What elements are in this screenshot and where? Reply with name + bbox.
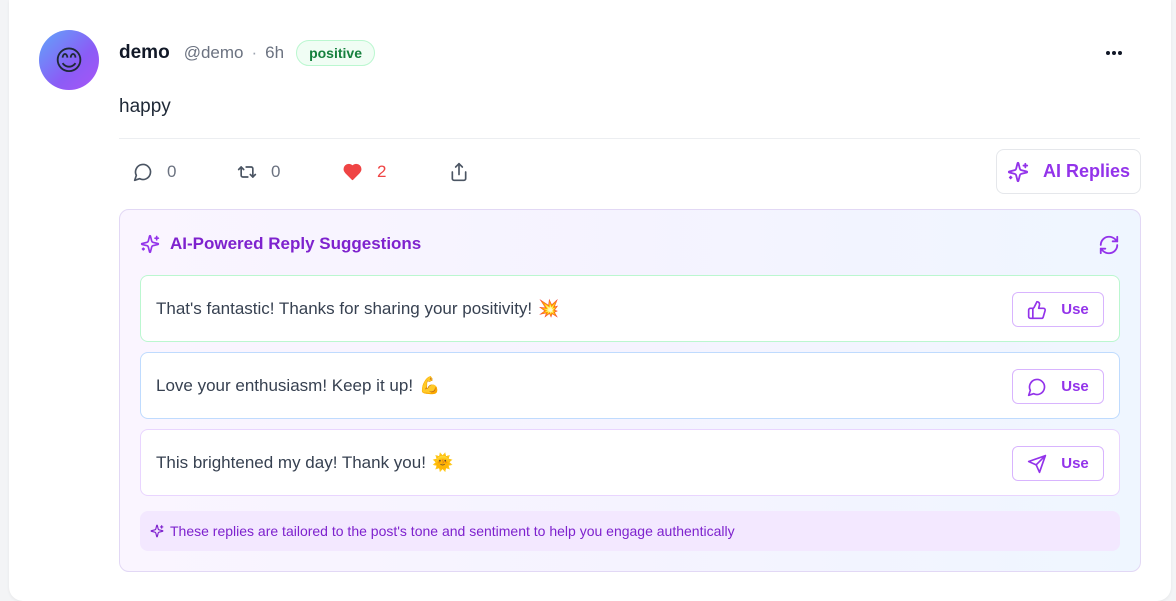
use-label: Use	[1061, 455, 1089, 472]
ai-suggestions-panel: AI-Powered Reply Suggestions That's fant…	[119, 209, 1141, 572]
ai-replies-button[interactable]: AI Replies	[996, 149, 1141, 194]
author-handle[interactable]: @demo	[184, 43, 244, 63]
more-options-button[interactable]	[1101, 40, 1127, 66]
avatar[interactable]: 😊	[39, 30, 99, 90]
sparkles-icon	[1007, 161, 1029, 182]
use-suggestion-button[interactable]: Use	[1012, 446, 1104, 481]
sparkles-icon	[150, 524, 164, 538]
use-label: Use	[1061, 301, 1089, 318]
post-actions: 0 0 2 AI Replies	[119, 149, 1141, 194]
ai-disclaimer: These replies are tailored to the post's…	[140, 511, 1120, 551]
avatar-emoji: 😊	[54, 43, 84, 77]
share-button[interactable]	[449, 152, 469, 192]
suggestion-card[interactable]: Love your enthusiasm! Keep it up! 💪 Use	[140, 352, 1120, 419]
like-count: 2	[377, 162, 387, 181]
refresh-icon	[1099, 235, 1119, 255]
post-card: 😊 demo @demo · 6h positive happy 0 0 2 A…	[9, 0, 1171, 601]
use-suggestion-button[interactable]: Use	[1012, 369, 1104, 404]
suggestion-emoji: 💪	[419, 375, 441, 396]
suggestion-emoji: 💥	[538, 298, 560, 319]
post-header: demo @demo · 6h positive	[119, 38, 375, 68]
reply-button[interactable]: 0	[133, 152, 176, 192]
repost-count: 0	[271, 162, 281, 181]
repost-icon	[237, 166, 257, 178]
sentiment-badge: positive	[296, 40, 375, 66]
suggestion-emoji: 🌞	[431, 452, 454, 473]
like-button[interactable]: 2	[342, 152, 386, 192]
send-icon	[1028, 454, 1047, 473]
share-icon	[451, 162, 467, 182]
reply-count: 0	[167, 162, 177, 181]
suggestion-text: Love your enthusiasm! Keep it up!	[156, 375, 414, 395]
ai-replies-label: AI Replies	[1042, 161, 1131, 181]
post-text: happy	[119, 96, 171, 117]
thumbs-up-icon	[1028, 300, 1047, 319]
heart-icon	[343, 163, 362, 181]
repost-button[interactable]: 0	[237, 152, 280, 192]
ellipsis-icon	[1106, 51, 1122, 55]
panel-header: AI-Powered Reply Suggestions	[140, 234, 421, 254]
author-name[interactable]: demo	[119, 42, 170, 64]
suggestion-text: This brightened my day! Thank you!	[156, 452, 426, 472]
separator-dot: ·	[251, 43, 258, 62]
comment-icon	[133, 163, 152, 182]
suggestion-card[interactable]: This brightened my day! Thank you! 🌞 Use	[140, 429, 1120, 496]
panel-title: AI-Powered Reply Suggestions	[170, 234, 422, 253]
disclaimer-text: These replies are tailored to the post's…	[170, 523, 735, 539]
message-circle-icon	[1028, 378, 1046, 396]
suggestion-text: That's fantastic! Thanks for sharing you…	[156, 298, 533, 318]
refresh-suggestions-button[interactable]	[1098, 234, 1120, 256]
suggestion-card[interactable]: That's fantastic! Thanks for sharing you…	[140, 275, 1120, 342]
divider	[119, 138, 1140, 139]
use-suggestion-button[interactable]: Use	[1012, 292, 1104, 327]
post-time: 6h	[265, 43, 285, 62]
sparkles-icon	[140, 234, 160, 254]
use-label: Use	[1061, 378, 1089, 395]
